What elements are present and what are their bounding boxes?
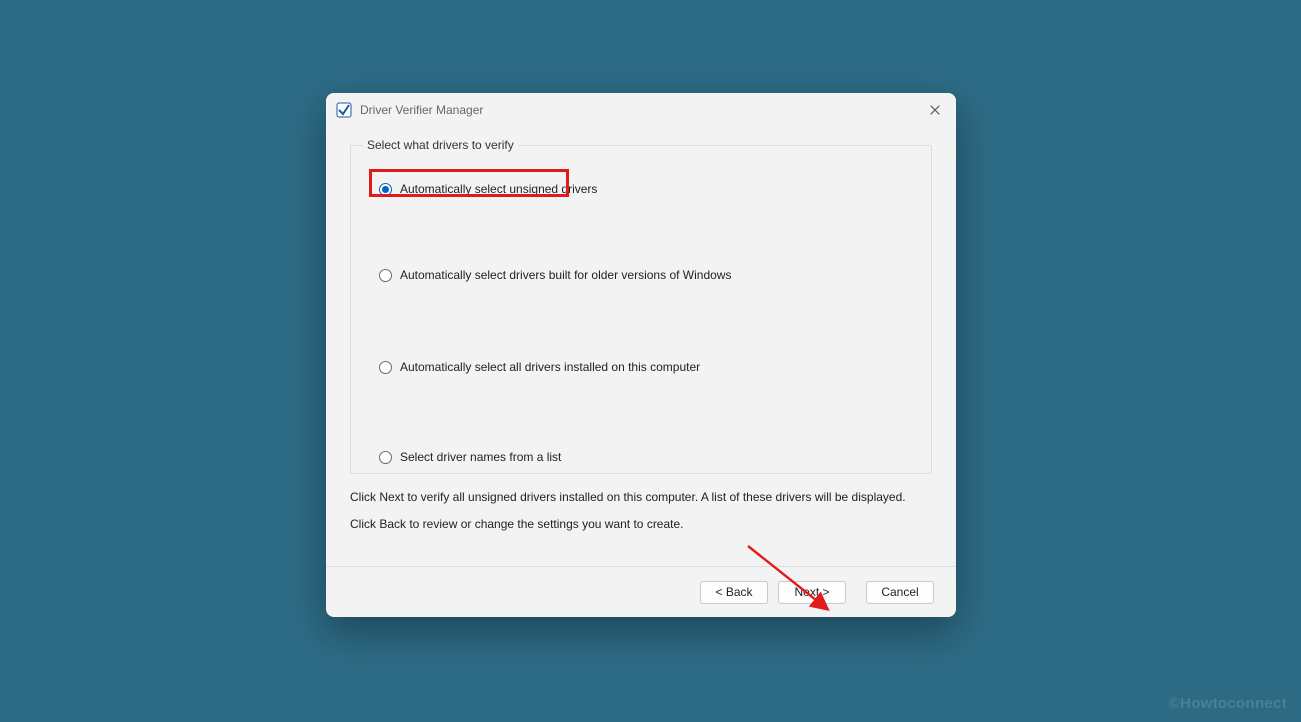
window-title: Driver Verifier Manager	[360, 103, 920, 117]
close-icon	[930, 105, 940, 115]
radio-indicator	[379, 361, 392, 374]
radio-indicator	[379, 183, 392, 196]
back-button[interactable]: < Back	[700, 581, 768, 604]
dialog-content: Select what drivers to verify Automatica…	[326, 126, 956, 566]
close-button[interactable]	[920, 98, 950, 122]
dialog-footer: < Back Next > Cancel	[326, 567, 956, 617]
radio-label: Select driver names from a list	[400, 450, 561, 464]
radio-label: Automatically select unsigned drivers	[400, 182, 597, 196]
next-button[interactable]: Next >	[778, 581, 846, 604]
radio-label: Automatically select all drivers install…	[400, 360, 700, 374]
hint-line-2: Click Back to review or change the setti…	[350, 515, 932, 534]
radio-indicator	[379, 451, 392, 464]
driver-select-group: Select what drivers to verify Automatica…	[350, 138, 932, 474]
cancel-button[interactable]: Cancel	[866, 581, 934, 604]
radio-indicator	[379, 269, 392, 282]
verifier-app-icon	[336, 102, 352, 118]
radio-option-older-windows[interactable]: Automatically select drivers built for o…	[379, 268, 731, 282]
watermark-text: ©Howtoconnect	[1169, 695, 1287, 712]
titlebar: Driver Verifier Manager	[326, 93, 956, 126]
dialog-window: Driver Verifier Manager Select what driv…	[326, 93, 956, 617]
radio-option-unsigned[interactable]: Automatically select unsigned drivers	[379, 182, 597, 196]
group-legend: Select what drivers to verify	[363, 138, 518, 152]
radio-option-all-drivers[interactable]: Automatically select all drivers install…	[379, 360, 700, 374]
hint-line-1: Click Next to verify all unsigned driver…	[350, 488, 932, 507]
hint-text-block: Click Next to verify all unsigned driver…	[350, 488, 932, 534]
radio-label: Automatically select drivers built for o…	[400, 268, 731, 282]
radio-option-from-list[interactable]: Select driver names from a list	[379, 450, 561, 464]
